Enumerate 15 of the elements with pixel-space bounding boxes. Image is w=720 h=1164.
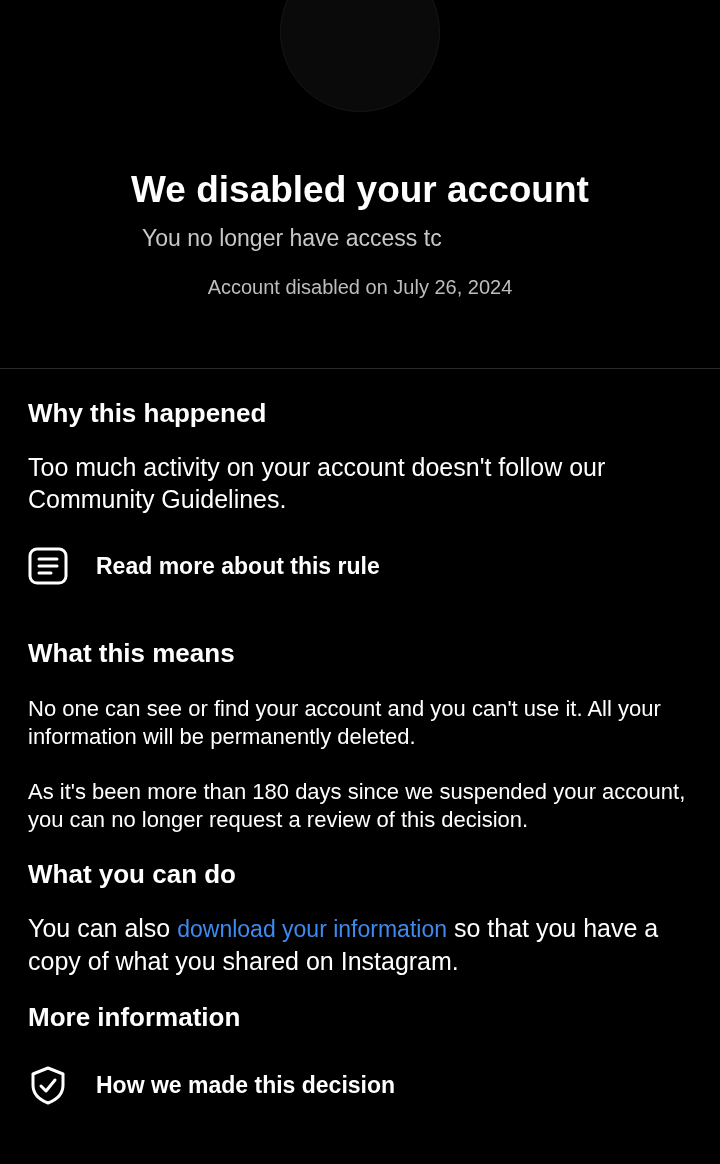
- action-link[interactable]: Read more about this rule: [96, 548, 380, 584]
- disabled-date: Account disabled on July 26, 2024: [207, 275, 513, 299]
- section-heading: Why this happened: [28, 397, 268, 429]
- subtitle: You no longer have access tc: [142, 225, 442, 251]
- body-text: You can also download your information so that you have a copy of what you shared on Instagram.: [28, 913, 660, 977]
- download-link[interactable]: download your information: [177, 916, 447, 942]
- body-text: Too much activity on your account doesn't follow our Community Guidelines.: [28, 452, 607, 515]
- action-link[interactable]: How we made this decision: [96, 1067, 396, 1103]
- body-text: No one can see or find your account and you can't use it. All your information will be permanently deleted.: [28, 695, 662, 751]
- section-heading: More information: [28, 1001, 242, 1033]
- page-title: We disabled your account: [131, 168, 589, 212]
- section-heading: What this means: [28, 637, 236, 669]
- section-heading: What you can do: [28, 858, 237, 890]
- body-text: As it's been more than 180 days since we suspended your account, you can no longer request a review of this decision.: [28, 778, 687, 834]
- document-icon: [28, 547, 68, 585]
